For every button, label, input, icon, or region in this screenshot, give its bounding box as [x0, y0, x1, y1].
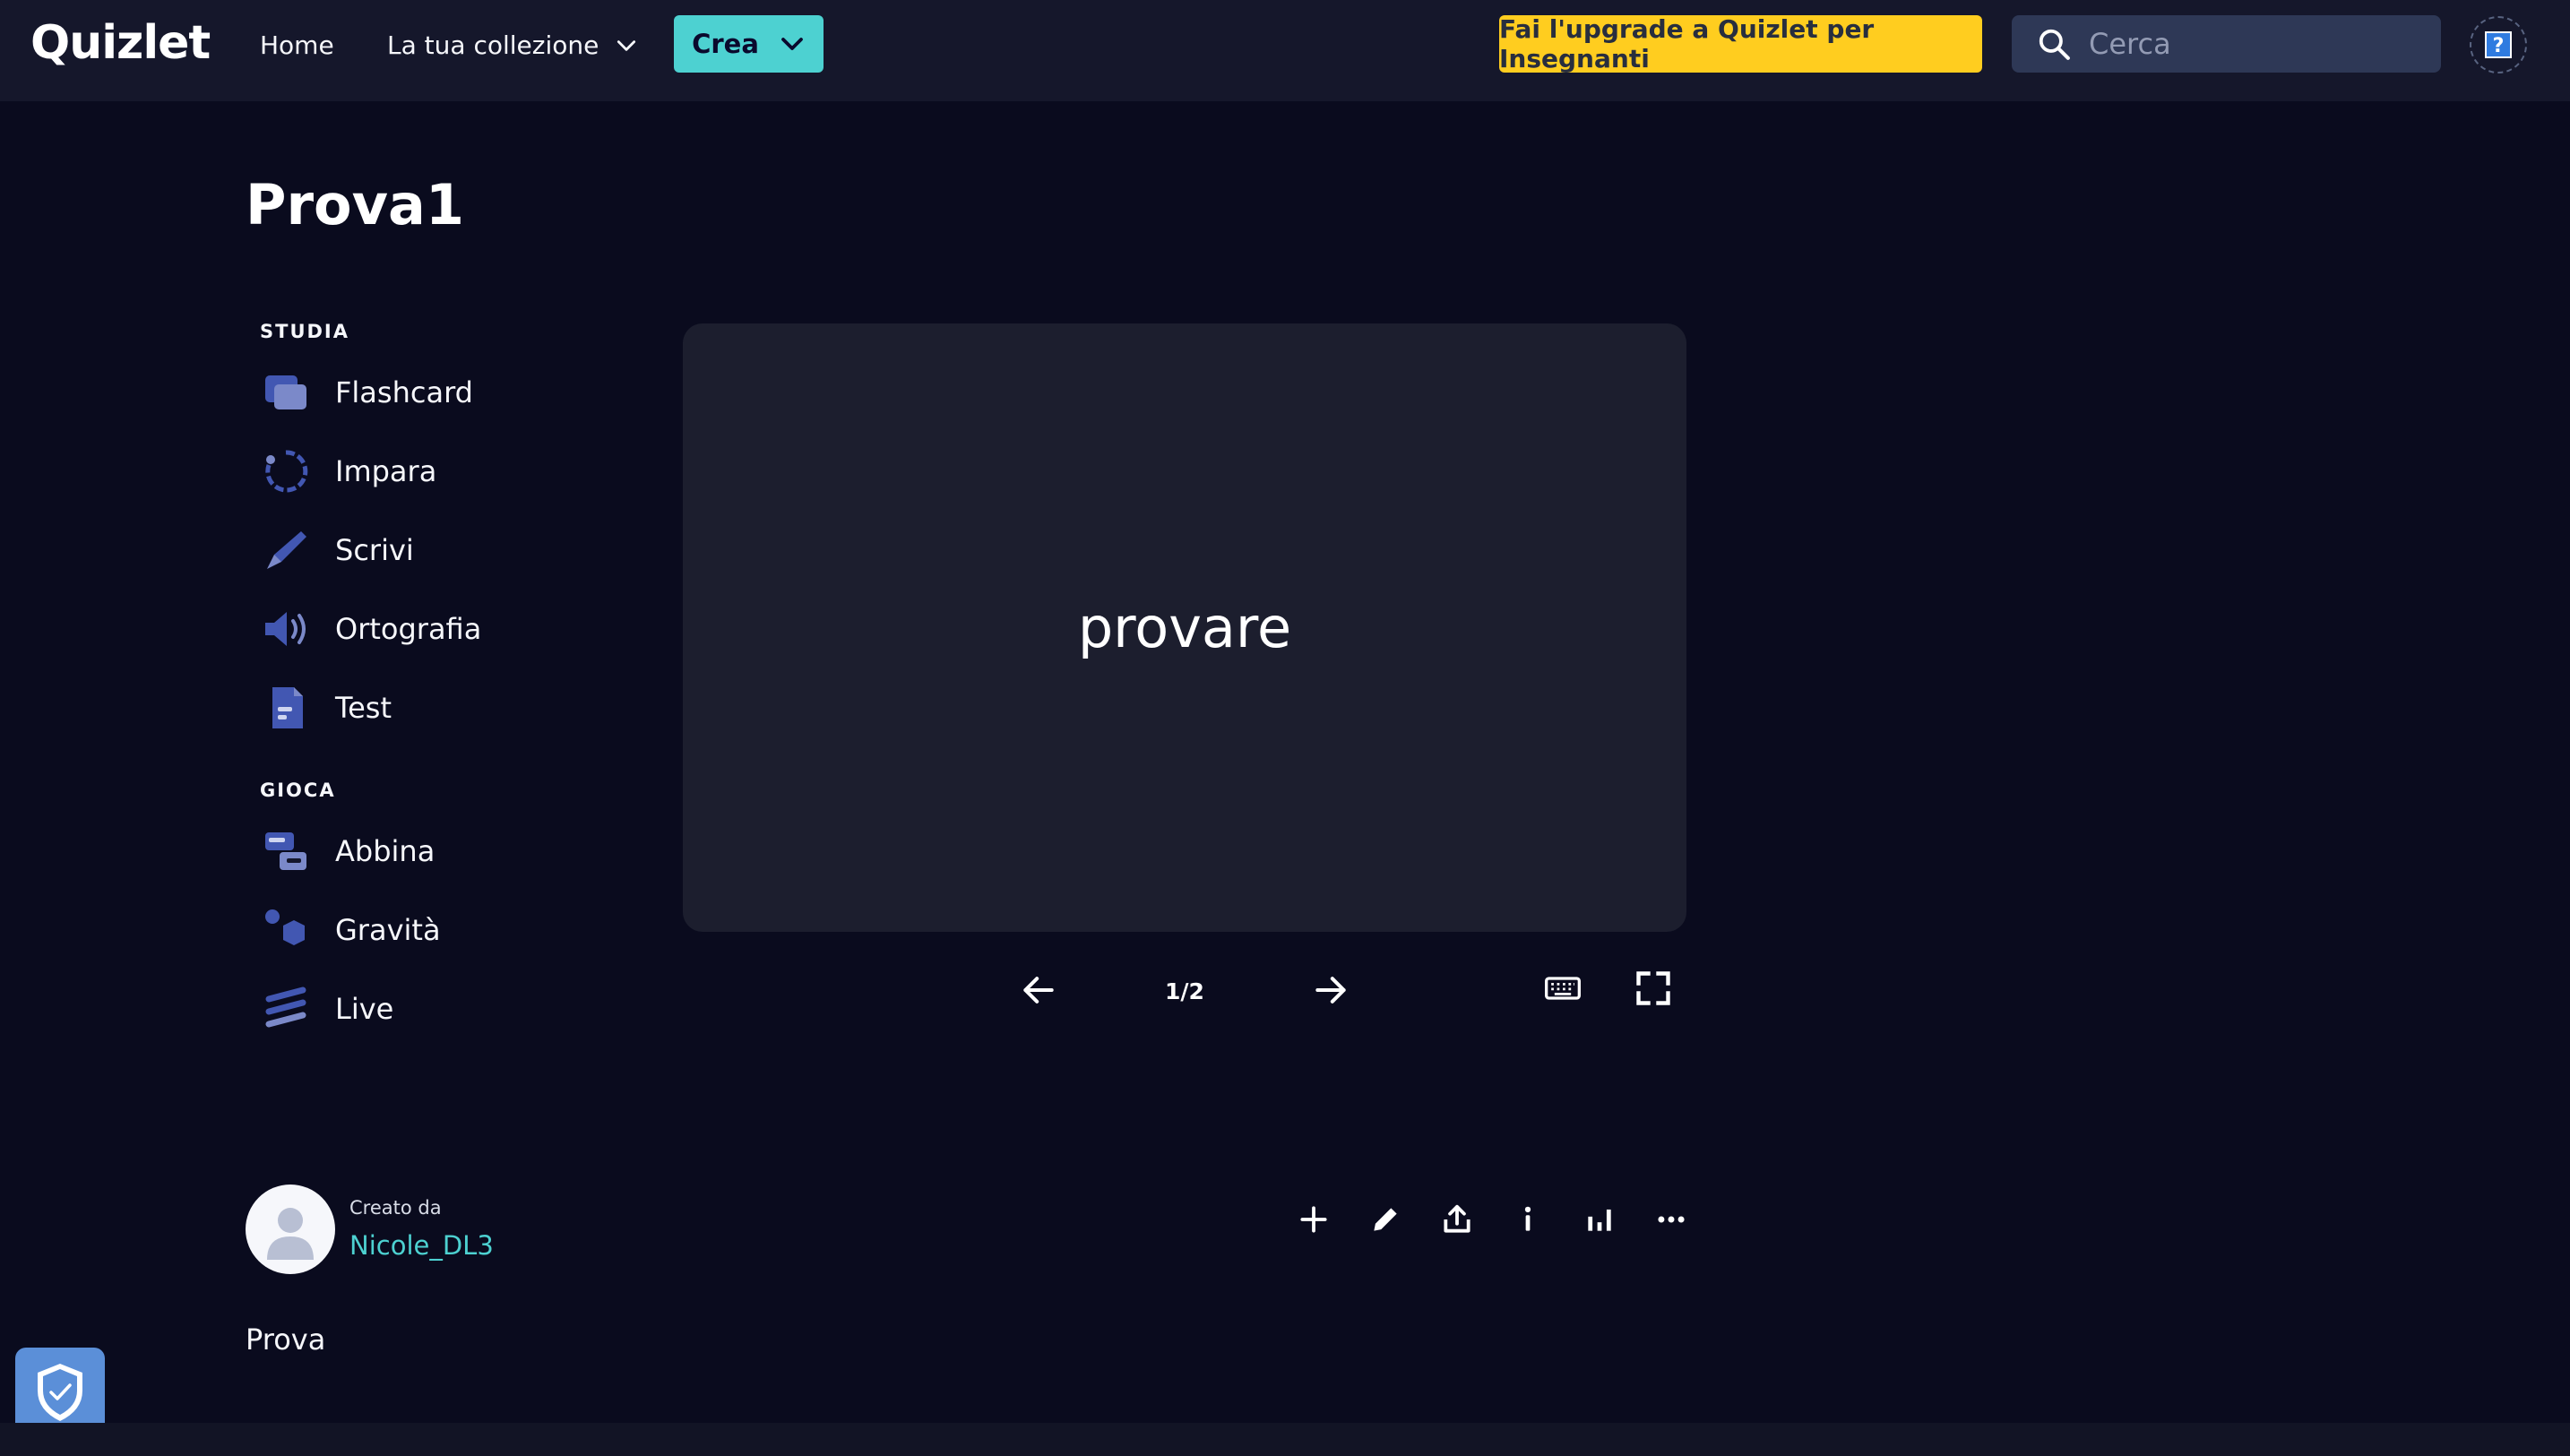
help-button[interactable]: ? [2470, 16, 2527, 73]
fullscreen-button[interactable] [1631, 966, 1676, 1011]
mode-label: Flashcard [335, 375, 473, 409]
mode-match[interactable]: Abbina [260, 823, 435, 880]
nav-collection-label: La tua collezione [387, 30, 599, 60]
fullscreen-icon [1636, 971, 1670, 1005]
keyboard-icon [1545, 977, 1581, 1000]
arrow-right-icon [1315, 977, 1346, 1004]
next-card-button[interactable] [1308, 968, 1353, 1012]
add-to-folder-button[interactable] [1289, 1195, 1338, 1244]
search-input[interactable] [2089, 27, 2429, 61]
shield-check-icon [38, 1364, 82, 1421]
info-icon [1524, 1206, 1531, 1231]
chevron-down-icon [781, 38, 803, 50]
live-icon [260, 983, 312, 1035]
mode-label: Ortografia [335, 612, 482, 646]
flashcards-icon [260, 366, 312, 418]
create-button-label: Crea [692, 29, 759, 59]
keyboard-shortcuts-button[interactable] [1540, 966, 1585, 1011]
help-icon: ? [2485, 31, 2512, 58]
previous-card-button[interactable] [1016, 968, 1061, 1012]
quizlet-logo[interactable]: Quizlet [30, 16, 211, 70]
pencil-icon [1374, 1208, 1397, 1231]
plus-icon [1300, 1206, 1327, 1233]
creator-username-link[interactable]: Nicole_DL3 [349, 1230, 494, 1261]
flashcard-term: provare [1077, 595, 1292, 660]
mode-label: Scrivi [335, 533, 414, 567]
edit-set-button[interactable] [1361, 1195, 1410, 1244]
upgrade-button[interactable]: Fai l'upgrade a Quizlet per Insegnanti [1499, 14, 1982, 73]
set-description: Prova [246, 1322, 326, 1357]
share-button[interactable] [1433, 1195, 1481, 1244]
mode-gravity[interactable]: Gravità [260, 901, 441, 959]
write-icon [260, 524, 312, 576]
top-navigation-bar: Quizlet Home La tua collezione Crea Fai … [0, 0, 2570, 101]
search-icon [2039, 29, 2070, 60]
chevron-down-icon [617, 39, 636, 51]
learn-icon [260, 445, 312, 497]
flashcard[interactable]: provare [683, 323, 1686, 932]
share-icon [1444, 1204, 1470, 1233]
nav-home-link[interactable]: Home [260, 30, 334, 60]
gravity-icon [260, 904, 312, 956]
mode-test[interactable]: Test [260, 679, 392, 737]
study-section-label: STUDIA [260, 321, 349, 342]
test-icon [260, 682, 312, 734]
mode-write[interactable]: Scrivi [260, 521, 414, 579]
user-icon [267, 1208, 314, 1260]
created-by-label: Creato da [349, 1197, 442, 1219]
mode-label: Live [335, 992, 394, 1026]
info-button[interactable] [1504, 1195, 1552, 1244]
mode-learn[interactable]: Impara [260, 443, 436, 500]
mode-label: Abbina [335, 834, 436, 868]
more-horizontal-icon [1658, 1216, 1685, 1223]
create-button[interactable]: Crea [674, 15, 824, 73]
creator-avatar[interactable] [246, 1185, 335, 1274]
spell-icon [260, 603, 312, 655]
arrow-left-icon [1023, 977, 1054, 1004]
match-icon [260, 825, 312, 877]
play-section-label: GIOCA [260, 780, 336, 801]
bar-chart-icon [1588, 1209, 1611, 1231]
mode-live[interactable]: Live [260, 980, 393, 1038]
more-options-button[interactable] [1647, 1195, 1695, 1244]
mode-label: Test [335, 691, 392, 725]
mode-spell[interactable]: Ortografia [260, 600, 481, 658]
mode-flashcard[interactable]: Flashcard [260, 364, 473, 421]
footer-strip [0, 1423, 2570, 1456]
mode-label: Impara [335, 454, 437, 488]
set-title: Prova1 [246, 172, 465, 237]
search-box[interactable] [2012, 15, 2441, 73]
card-counter: 1/2 [1165, 978, 1204, 1004]
mode-label: Gravità [335, 913, 441, 947]
nav-collection-dropdown[interactable]: La tua collezione [387, 30, 638, 60]
progress-stats-button[interactable] [1575, 1195, 1624, 1244]
